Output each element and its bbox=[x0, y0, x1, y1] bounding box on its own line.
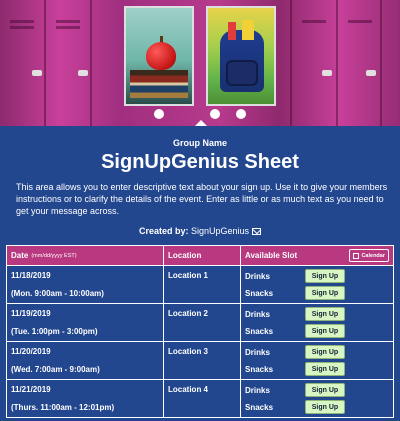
locker-vent bbox=[10, 20, 34, 23]
slot-name: Drinks bbox=[245, 309, 270, 319]
slot-column-header: Available Slot Calendar bbox=[241, 246, 393, 265]
group-name: Group Name bbox=[172, 138, 227, 148]
slot-item: Snacks Sign Up bbox=[245, 286, 385, 300]
sign-up-button[interactable]: Sign Up bbox=[305, 362, 345, 376]
slot-name: Snacks bbox=[245, 326, 274, 336]
page-title: SignUpGenius Sheet bbox=[101, 151, 299, 173]
slot-item: Drinks Sign Up bbox=[245, 383, 385, 397]
locker-vent bbox=[56, 20, 80, 23]
date-column-header: Date (mm/dd/yyyy EST) bbox=[7, 246, 164, 265]
locker-vent bbox=[10, 26, 34, 29]
locker-handle bbox=[78, 70, 88, 76]
slot-cell: Drinks Sign Up Snacks Sign Up bbox=[241, 380, 393, 417]
date-header-label: Date bbox=[11, 251, 29, 260]
sign-up-button[interactable]: Sign Up bbox=[305, 400, 345, 414]
date-cell: 11/18/2019 (Mon. 9:00am - 10:00am) bbox=[7, 266, 164, 303]
slot-item: Drinks Sign Up bbox=[245, 269, 385, 283]
locker-handle bbox=[32, 70, 42, 76]
locker-divider bbox=[290, 0, 292, 126]
description-text: This area allows you to enter descriptiv… bbox=[16, 182, 388, 216]
slot-name: Drinks bbox=[245, 385, 270, 395]
slot-cell: Drinks Sign Up Snacks Sign Up bbox=[241, 342, 393, 379]
backpack-photo bbox=[206, 6, 276, 106]
date-cell: 11/21/2019 (Thurs. 11:00am - 12:01pm) bbox=[7, 380, 164, 417]
slot-header-label: Available Slot bbox=[245, 251, 298, 260]
slot-name: Snacks bbox=[245, 402, 274, 412]
carousel-dot bbox=[154, 109, 164, 119]
sign-up-button[interactable]: Sign Up bbox=[305, 324, 345, 338]
location-value: Location 1 bbox=[168, 271, 209, 280]
image-dots bbox=[0, 109, 400, 119]
location-cell: Location 3 bbox=[164, 342, 241, 379]
backpack-item bbox=[242, 20, 254, 40]
date-value: 11/21/2019 bbox=[11, 385, 51, 394]
slot-cell: Drinks Sign Up Snacks Sign Up bbox=[241, 266, 393, 303]
pointer-triangle-icon bbox=[195, 120, 207, 126]
slot-name: Drinks bbox=[245, 271, 270, 281]
location-cell: Location 2 bbox=[164, 304, 241, 341]
date-cell: 11/19/2019 (Tue. 1:00pm - 3:00pm) bbox=[7, 304, 164, 341]
created-by-label: Created by: bbox=[138, 226, 189, 236]
locker-divider bbox=[380, 0, 382, 126]
apple-on-books-photo bbox=[124, 6, 194, 106]
date-cell: 11/20/2019 (Wed. 7:00am - 9:00am) bbox=[7, 342, 164, 379]
time-value: (Wed. 7:00am - 9:00am) bbox=[11, 365, 100, 374]
sign-up-button[interactable]: Sign Up bbox=[305, 286, 345, 300]
table-row: 11/18/2019 (Mon. 9:00am - 10:00am) Locat… bbox=[7, 265, 393, 303]
table-header: Date (mm/dd/yyyy EST) Location Available… bbox=[7, 246, 393, 265]
slot-item: Drinks Sign Up bbox=[245, 345, 385, 359]
location-value: Location 2 bbox=[168, 309, 209, 318]
time-value: (Tue. 1:00pm - 3:00pm) bbox=[11, 327, 98, 336]
date-format-label: (mm/dd/yyyy EST) bbox=[31, 252, 77, 259]
header-banner bbox=[0, 0, 400, 126]
calendar-button[interactable]: Calendar bbox=[349, 249, 389, 262]
books-image bbox=[130, 70, 188, 98]
locker-divider bbox=[44, 0, 46, 126]
slot-item: Snacks Sign Up bbox=[245, 400, 385, 414]
apple-image bbox=[146, 42, 176, 70]
sign-up-button[interactable]: Sign Up bbox=[305, 383, 345, 397]
sign-up-button[interactable]: Sign Up bbox=[305, 307, 345, 321]
location-cell: Location 4 bbox=[164, 380, 241, 417]
slot-name: Snacks bbox=[245, 288, 274, 298]
date-value: 11/18/2019 bbox=[11, 271, 51, 280]
locker-divider bbox=[90, 0, 92, 126]
sign-up-button[interactable]: Sign Up bbox=[305, 345, 345, 359]
slot-name: Drinks bbox=[245, 347, 270, 357]
carousel-dot bbox=[236, 109, 246, 119]
table-row: 11/21/2019 (Thurs. 11:00am - 12:01pm) Lo… bbox=[7, 379, 393, 417]
envelope-icon[interactable] bbox=[252, 228, 262, 235]
location-value: Location 4 bbox=[168, 385, 209, 394]
locker-divider bbox=[336, 0, 338, 126]
locker-vent bbox=[56, 26, 80, 29]
slot-cell: Drinks Sign Up Snacks Sign Up bbox=[241, 304, 393, 341]
locker-handle bbox=[322, 70, 332, 76]
locker-vent bbox=[348, 20, 372, 23]
slot-item: Snacks Sign Up bbox=[245, 362, 385, 376]
location-cell: Location 1 bbox=[164, 266, 241, 303]
time-value: (Thurs. 11:00am - 12:01pm) bbox=[11, 403, 115, 412]
date-value: 11/20/2019 bbox=[11, 347, 51, 356]
creator-name[interactable]: SignUpGenius bbox=[191, 226, 249, 236]
created-by: Created by: SignUpGenius bbox=[0, 226, 400, 236]
calendar-button-label: Calendar bbox=[361, 252, 385, 259]
locker-handle bbox=[366, 70, 376, 76]
calendar-icon bbox=[353, 252, 360, 259]
backpack-item bbox=[228, 22, 236, 40]
sign-up-button[interactable]: Sign Up bbox=[305, 269, 345, 283]
table-row: 11/20/2019 (Wed. 7:00am - 9:00am) Locati… bbox=[7, 341, 393, 379]
slot-item: Drinks Sign Up bbox=[245, 307, 385, 321]
signup-table: Date (mm/dd/yyyy EST) Location Available… bbox=[6, 245, 394, 418]
date-value: 11/19/2019 bbox=[11, 309, 51, 318]
locker-vent bbox=[302, 20, 326, 23]
backpack-pocket bbox=[226, 60, 258, 86]
location-value: Location 3 bbox=[168, 347, 209, 356]
table-row: 11/19/2019 (Tue. 1:00pm - 3:00pm) Locati… bbox=[7, 303, 393, 341]
location-column-header: Location bbox=[164, 246, 241, 265]
slot-name: Snacks bbox=[245, 364, 274, 374]
slot-item: Snacks Sign Up bbox=[245, 324, 385, 338]
carousel-dot bbox=[210, 109, 220, 119]
time-value: (Mon. 9:00am - 10:00am) bbox=[11, 289, 104, 298]
location-header-label: Location bbox=[168, 251, 202, 260]
